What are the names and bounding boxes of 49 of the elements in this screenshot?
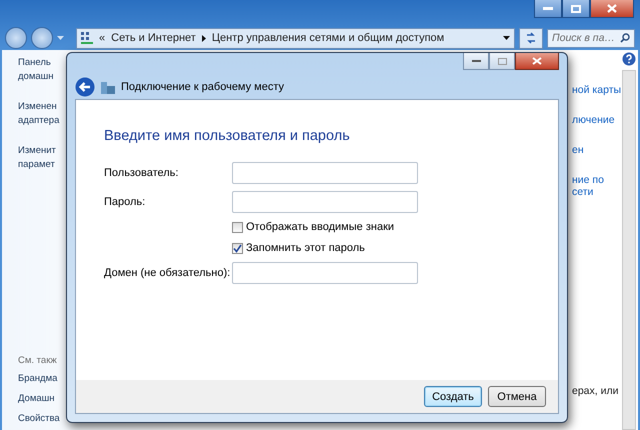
dialog-button[interactable]: Создать	[424, 386, 482, 407]
task-link[interactable]: ной карты	[572, 84, 620, 96]
text-field[interactable]	[232, 162, 418, 184]
search-icon	[620, 33, 630, 43]
description-text: ерах, или	[572, 385, 620, 397]
password-field[interactable]	[232, 191, 418, 213]
dropdown-arrow-icon[interactable]	[503, 36, 510, 40]
breadcrumb[interactable]: Сеть и Интернет	[111, 32, 196, 44]
text-field[interactable]	[232, 262, 418, 284]
refresh-button[interactable]	[519, 28, 543, 48]
checkbox-label[interactable]: Запомнить этот пароль	[246, 242, 365, 254]
close-icon	[607, 4, 617, 13]
search-field[interactable]: Поиск в па…	[547, 28, 635, 48]
address-bar[interactable]: « Сеть и Интернет Центр управления сетями и общим доступом	[76, 28, 515, 48]
section-title: См. такж	[18, 355, 58, 366]
maximize-button[interactable]	[562, 0, 590, 18]
checkbox-label[interactable]: Отображать вводимые знаки	[246, 221, 394, 233]
checkbox[interactable]	[232, 222, 243, 232]
back-button[interactable]	[75, 77, 95, 97]
minimize-icon	[472, 60, 480, 62]
breadcrumb-arrow-icon[interactable]	[202, 34, 206, 42]
close-icon	[532, 57, 542, 65]
office-building-icon	[101, 80, 115, 94]
search-input[interactable]: Поиск в па…	[552, 32, 618, 44]
network-icon	[81, 32, 93, 44]
task-link[interactable]: ние по сети	[572, 174, 620, 198]
minimize-button[interactable]	[534, 0, 562, 18]
minimize-button[interactable]	[463, 53, 489, 70]
refresh-icon	[525, 32, 537, 44]
scrollbar[interactable]	[622, 70, 636, 430]
back-button[interactable]	[5, 27, 27, 49]
task-link[interactable]: ен	[572, 144, 620, 156]
overflow-chevron[interactable]: «	[99, 32, 106, 44]
maximize-icon	[498, 58, 506, 64]
minimize-icon	[543, 6, 553, 10]
checkbox[interactable]	[232, 242, 243, 254]
dialog-heading: Введите имя пользователя и пароль	[104, 128, 351, 144]
breadcrumb[interactable]: Центр управления сетями и общим доступом	[212, 32, 444, 44]
maximize-icon	[571, 4, 581, 12]
task-link[interactable]: лючение	[572, 114, 620, 126]
close-button[interactable]	[515, 53, 559, 70]
field-label: Пароль:	[104, 196, 146, 208]
field-label: Домен (не обязательно):	[104, 267, 232, 279]
dialog-title: Подключение к рабочему месту	[121, 81, 284, 93]
forward-button[interactable]	[31, 27, 53, 49]
help-icon[interactable]	[622, 52, 636, 66]
field-label: Пользователь:	[104, 167, 180, 179]
close-button[interactable]	[590, 0, 634, 18]
dialog-button[interactable]: Отмена	[488, 386, 546, 407]
